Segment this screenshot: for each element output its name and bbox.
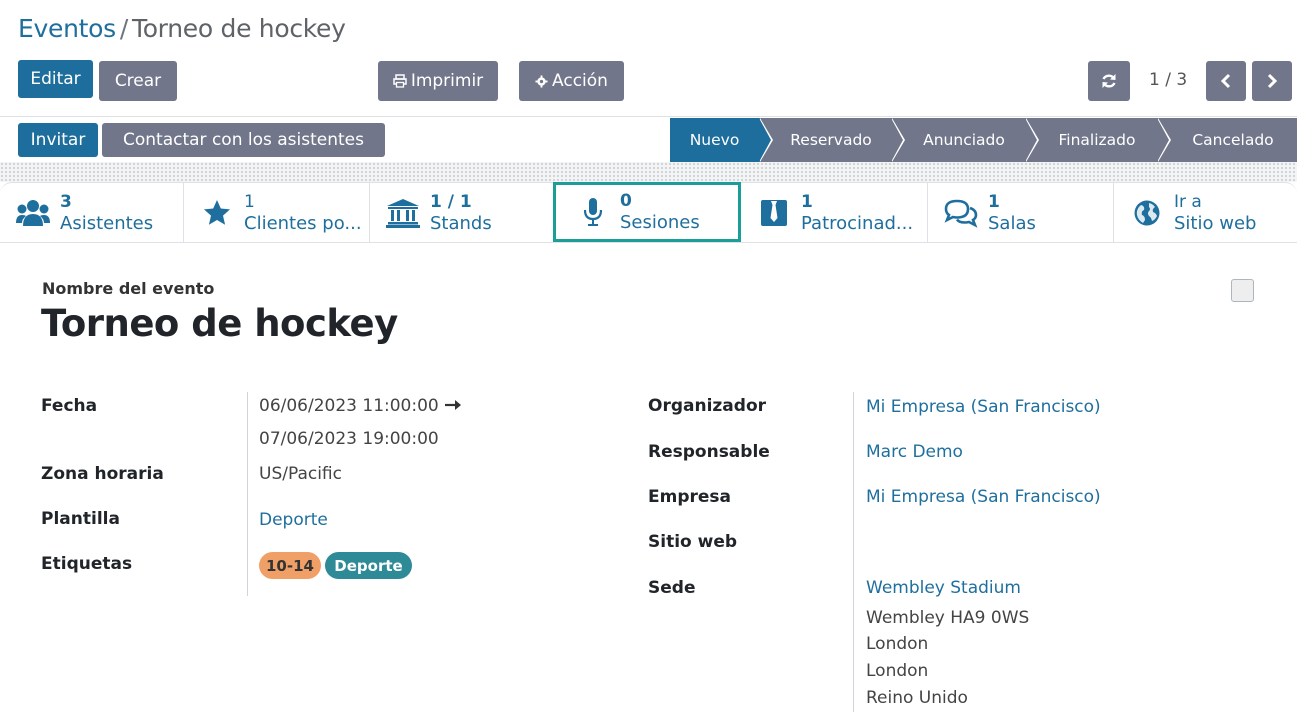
rooms-smart-button[interactable]: 1 Salas bbox=[928, 183, 1114, 243]
date-start-value[interactable]: 06/06/2023 11:00:00 bbox=[259, 396, 439, 416]
rooms-count: 1 bbox=[988, 192, 1000, 212]
company-value[interactable]: Mi Empresa (San Francisco) bbox=[866, 487, 1101, 507]
date-label: Fecha bbox=[41, 396, 98, 416]
breadcrumb-eventos-link[interactable]: Eventos bbox=[18, 14, 116, 43]
website-go-label: Ir a bbox=[1174, 192, 1202, 212]
timezone-label: Zona horaria bbox=[41, 464, 164, 484]
stage-arrow bbox=[1025, 118, 1037, 162]
smart-buttons-row: 3 Asistentes 1 Clientes po... 1 / 1 Stan… bbox=[0, 182, 1297, 243]
booths-smart-button[interactable]: 1 / 1 Stands bbox=[370, 183, 554, 243]
stage-anunciado[interactable]: Anunciado bbox=[891, 118, 1039, 162]
create-button[interactable]: Crear bbox=[99, 61, 177, 101]
star-icon bbox=[200, 196, 234, 230]
responsible-label: Responsable bbox=[648, 442, 770, 462]
stage-label: Finalizado bbox=[1058, 131, 1136, 149]
breadcrumb: Eventos / Torneo de hockey bbox=[18, 14, 346, 43]
company-label: Empresa bbox=[648, 487, 731, 507]
stage-label: Reservado bbox=[790, 131, 872, 149]
users-icon bbox=[16, 196, 50, 230]
favorite-checkbox[interactable] bbox=[1231, 279, 1254, 302]
tags-label: Etiquetas bbox=[41, 554, 133, 574]
pager-next-button[interactable] bbox=[1252, 61, 1292, 101]
page-title[interactable]: Torneo de hockey bbox=[41, 302, 398, 345]
website-label: Sitio web bbox=[648, 532, 738, 552]
globe-icon bbox=[1130, 196, 1164, 230]
invite-button[interactable]: Invitar bbox=[18, 123, 98, 157]
field-separator bbox=[247, 392, 248, 596]
arrow-right-icon bbox=[445, 400, 461, 410]
breadcrumb-current: Torneo de hockey bbox=[131, 14, 346, 43]
sessions-smart-button[interactable]: 0 Sesiones bbox=[553, 182, 741, 242]
comments-icon bbox=[944, 196, 978, 230]
action-button[interactable]: Acción bbox=[519, 61, 624, 101]
refresh-button[interactable] bbox=[1088, 61, 1130, 101]
stage-label: Anunciado bbox=[923, 131, 1005, 149]
leads-smart-button[interactable]: 1 Clientes po... bbox=[184, 183, 370, 243]
leads-count: 1 bbox=[244, 192, 255, 212]
pager-value[interactable]: 1 / 3 bbox=[1149, 70, 1187, 90]
divider bbox=[0, 116, 1297, 117]
stage-arrow bbox=[759, 118, 771, 162]
print-icon bbox=[393, 74, 407, 88]
stage-label: Nuevo bbox=[689, 131, 740, 149]
venue-label: Sede bbox=[648, 578, 696, 598]
stage-finalizado[interactable]: Finalizado bbox=[1025, 118, 1171, 162]
bank-icon bbox=[386, 196, 420, 230]
venue-address-line: London bbox=[866, 661, 929, 681]
tag-badge[interactable]: 10-14 bbox=[259, 552, 321, 579]
booths-count: 1 / 1 bbox=[430, 192, 472, 212]
booths-label: Stands bbox=[430, 213, 492, 234]
template-value[interactable]: Deporte bbox=[259, 510, 328, 530]
print-button[interactable]: Imprimir bbox=[378, 61, 498, 101]
stage-cancelado[interactable]: Cancelado bbox=[1157, 118, 1297, 162]
field-separator bbox=[853, 392, 854, 712]
template-label: Plantilla bbox=[41, 509, 120, 529]
timezone-value[interactable]: US/Pacific bbox=[259, 464, 342, 484]
stage-reservado[interactable]: Reservado bbox=[759, 118, 905, 162]
sponsors-smart-button[interactable]: 1 Patrocinad... bbox=[741, 183, 928, 243]
venue-address-line: London bbox=[866, 634, 929, 654]
gear-icon bbox=[535, 74, 548, 88]
stage-nuevo[interactable]: Nuevo bbox=[670, 118, 773, 162]
tag-badge[interactable]: Deporte bbox=[325, 552, 412, 579]
attendees-count: 3 bbox=[60, 192, 72, 212]
rooms-label: Salas bbox=[988, 213, 1036, 234]
stage-arrow bbox=[1157, 118, 1169, 162]
chevron-right-icon bbox=[1267, 73, 1278, 89]
contact-attendees-button[interactable]: Contactar con los asistentes bbox=[102, 123, 385, 157]
venue-address-line: Reino Unido bbox=[866, 688, 968, 708]
organizer-label: Organizador bbox=[648, 396, 767, 416]
stage-label: Cancelado bbox=[1192, 131, 1274, 149]
venue-value[interactable]: Wembley Stadium bbox=[866, 578, 1021, 598]
attendees-smart-button[interactable]: 3 Asistentes bbox=[0, 183, 184, 243]
microphone-icon bbox=[576, 195, 610, 229]
attendees-label: Asistentes bbox=[60, 213, 154, 234]
action-label: Acción bbox=[552, 71, 608, 91]
sponsor-icon bbox=[757, 196, 791, 230]
website-smart-button[interactable]: Ir a Sitio web bbox=[1114, 183, 1297, 243]
sessions-label: Sesiones bbox=[620, 212, 700, 233]
print-label: Imprimir bbox=[410, 71, 484, 91]
edit-button[interactable]: Editar bbox=[18, 60, 93, 98]
leads-label: Clientes po... bbox=[244, 213, 362, 234]
event-name-label: Nombre del evento bbox=[42, 279, 215, 298]
website-label: Sitio web bbox=[1174, 213, 1257, 234]
status-bar: Nuevo Reservado Anunciado Finalizado Can… bbox=[670, 118, 1297, 162]
date-end-value[interactable]: 07/06/2023 19:00:00 bbox=[259, 429, 439, 449]
sheet-background bbox=[0, 162, 1297, 182]
sessions-count: 0 bbox=[620, 191, 632, 211]
breadcrumb-separator: / bbox=[119, 14, 128, 43]
venue-address-line: Wembley HA9 0WS bbox=[866, 608, 1030, 628]
pager-previous-button[interactable] bbox=[1206, 61, 1246, 101]
responsible-value[interactable]: Marc Demo bbox=[866, 442, 963, 462]
sponsors-count: 1 bbox=[801, 192, 813, 212]
refresh-icon bbox=[1102, 74, 1116, 88]
sponsors-label: Patrocinad... bbox=[801, 213, 914, 234]
organizer-value[interactable]: Mi Empresa (San Francisco) bbox=[866, 397, 1101, 417]
stage-arrow bbox=[891, 118, 903, 162]
chevron-left-icon bbox=[1220, 73, 1231, 89]
